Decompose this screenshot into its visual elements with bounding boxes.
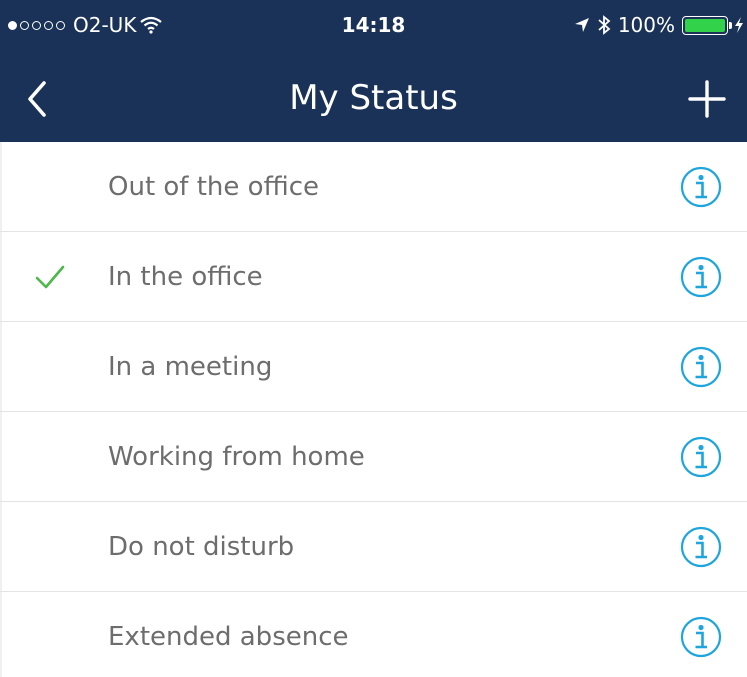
info-icon[interactable] xyxy=(680,436,722,478)
page-title: My Status xyxy=(289,78,458,118)
battery-percent: 100% xyxy=(617,13,675,37)
add-status-button[interactable] xyxy=(687,79,727,119)
status-label: Working from home xyxy=(108,442,365,472)
system-indicators: 100% xyxy=(574,13,743,37)
bluetooth-icon xyxy=(598,15,611,35)
navigation-bar: My Status xyxy=(0,55,747,142)
status-screen: O2-UK 14:18 100% My Status Out of the of… xyxy=(0,0,747,677)
status-bar: O2-UK 14:18 100% xyxy=(0,0,747,55)
plus-icon xyxy=(688,80,726,118)
status-label: Extended absence xyxy=(108,622,349,652)
location-arrow-icon xyxy=(574,18,589,32)
status-row[interactable]: In the office xyxy=(0,232,747,322)
info-icon[interactable] xyxy=(680,166,722,208)
info-icon[interactable] xyxy=(680,616,722,658)
battery-fill xyxy=(685,18,725,32)
info-icon[interactable] xyxy=(680,256,722,298)
status-label: In the office xyxy=(108,262,263,292)
status-list: Out of the office In the office In a meeti… xyxy=(0,142,747,677)
info-icon[interactable] xyxy=(680,526,722,568)
status-row[interactable]: In a meeting xyxy=(0,322,747,412)
status-label: Out of the office xyxy=(108,172,319,202)
status-row[interactable]: Out of the office xyxy=(0,142,747,232)
status-row[interactable]: Working from home xyxy=(0,412,747,502)
status-row[interactable]: Do not disturb xyxy=(0,502,747,592)
battery-icon xyxy=(682,15,732,35)
info-icon[interactable] xyxy=(680,346,722,388)
checkmark-icon xyxy=(35,265,65,289)
charging-bolt-icon xyxy=(735,17,743,33)
status-row[interactable]: Extended absence xyxy=(0,592,747,677)
status-label: In a meeting xyxy=(108,352,273,382)
status-label: Do not disturb xyxy=(108,532,295,562)
